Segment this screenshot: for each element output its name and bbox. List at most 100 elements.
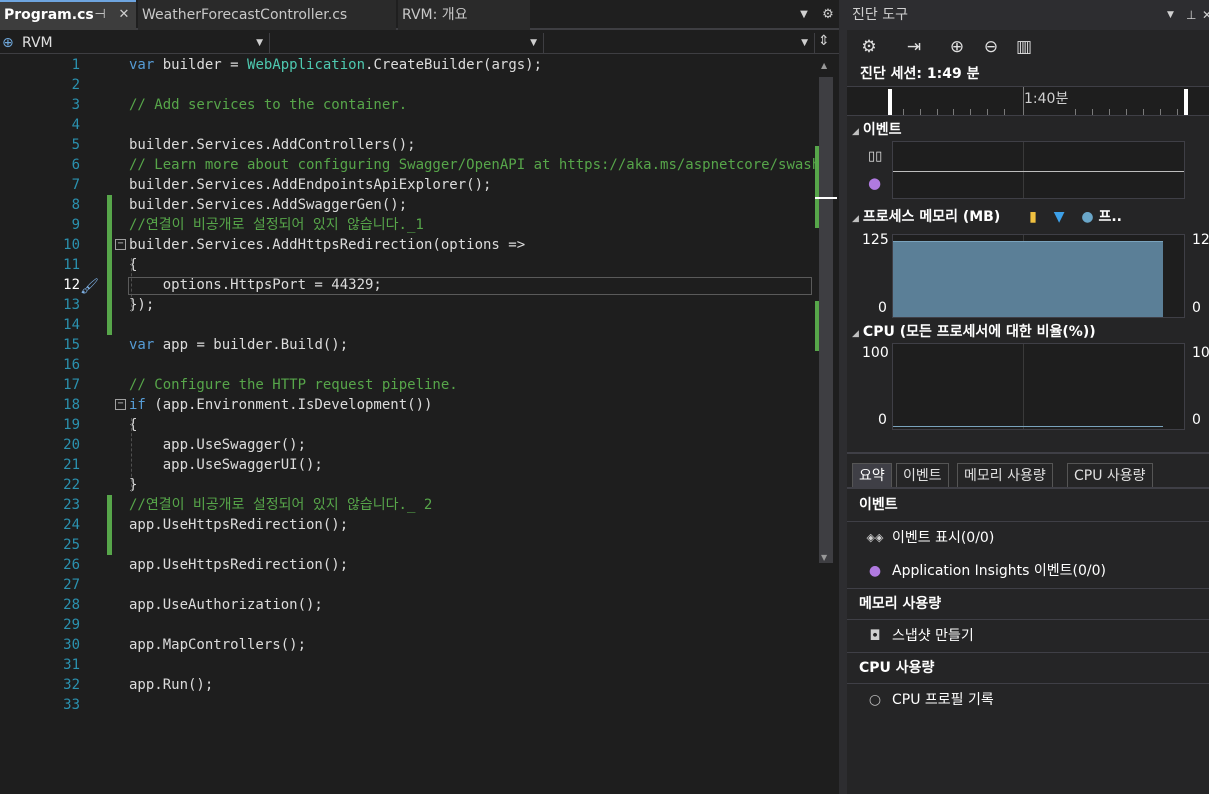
zoom-in-icon[interactable]: ⊕ [946, 36, 968, 58]
code-text: builder.Services.AddEndpointsApiExplorer… [129, 177, 492, 193]
snapshot-marker-icon: ▼ [1053, 209, 1065, 225]
member-dropdown[interactable]: ▼ [544, 33, 815, 53]
code-line[interactable]: 11{ [0, 255, 815, 275]
code-text: //연결이 비공개로 설정되어 있지 않습니다._ 2 [129, 497, 433, 513]
code-line[interactable]: 14 [0, 315, 815, 335]
code-text: }); [129, 297, 155, 313]
tab-label: Program.cs [4, 7, 94, 23]
code-line[interactable]: 24 app.UseHttpsRedirection(); [0, 515, 815, 535]
code-line[interactable]: 20 app.UseSwagger(); [0, 435, 815, 455]
line-number: 33 [63, 697, 80, 713]
ruler-tick [1160, 109, 1161, 115]
code-line[interactable]: 5 builder.Services.AddControllers(); [0, 135, 815, 155]
collapse-outline-icon[interactable]: − [115, 399, 126, 410]
tab-memory-usage[interactable]: 메모리 사용량 [957, 463, 1053, 487]
code-editor[interactable]: Program.cs ⊣ ✕ WeatherForecastController… [0, 0, 854, 794]
tab-rvm-overview[interactable]: RVM: 개요 [398, 0, 530, 30]
close-icon[interactable]: ✕ [116, 0, 132, 30]
code-line[interactable]: 2 [0, 75, 815, 95]
cpu-section-header[interactable]: ◢ CPU (모든 프로세서에 대한 비율(%)) [852, 321, 1096, 341]
code-line[interactable]: 30 app.MapControllers(); [0, 635, 815, 655]
code-line[interactable]: 16 [0, 355, 815, 375]
line-number: 18 [63, 397, 80, 413]
code-line[interactable]: 7 builder.Services.AddEndpointsApiExplore… [0, 175, 815, 195]
panel-title-bar: 진단 도구 ▼ ⊥ ✕ [847, 0, 1209, 30]
cpu-ymax-right-label: 10 [1192, 345, 1209, 361]
tab-list-dropdown-icon[interactable]: ▼ [796, 0, 812, 30]
project-dropdown[interactable]: ⊕ RVM ▼ [0, 33, 270, 53]
summary-events-title: 이벤트 [859, 497, 898, 513]
memory-section-header[interactable]: ◢ 프로세스 메모리 (MB) ▮ ▼ ● 프.. [852, 206, 1122, 226]
timeline-ruler[interactable]: 1:40분 [847, 86, 1209, 116]
code-line[interactable]: 13}); [0, 295, 815, 315]
code-text: app.UseAuthorization(); [129, 597, 323, 613]
record-cpu-profile-button[interactable]: ○ CPU 프로필 기록 [847, 683, 1209, 715]
collapse-outline-icon[interactable]: − [115, 239, 126, 250]
tab-events[interactable]: 이벤트 [896, 463, 949, 487]
type-dropdown[interactable]: ▼ [270, 33, 544, 53]
pin-icon[interactable]: ⊥ [1186, 0, 1196, 30]
panel-title: 진단 도구 [852, 7, 908, 23]
timeline-start-handle[interactable] [888, 89, 892, 115]
scroll-up-arrow-icon[interactable]: ▲ [821, 61, 827, 70]
code-line[interactable]: 18 − if (app.Environment.IsDevelopment()) [0, 395, 815, 415]
code-line[interactable]: 21 app.UseSwaggerUI(); [0, 455, 815, 475]
line-number: 22 [63, 477, 80, 493]
settings-gear-icon[interactable]: ⚙ [858, 36, 880, 58]
tab-summary[interactable]: 요약 [852, 463, 892, 487]
events-section-header[interactable]: ◢ 이벤트 [852, 119, 902, 139]
code-line[interactable]: 8 builder.Services.AddSwaggerGen(); [0, 195, 815, 215]
code-line[interactable]: 32 app.Run(); [0, 675, 815, 695]
code-line[interactable]: 29 [0, 615, 815, 635]
scrollbar-thumb[interactable] [819, 77, 833, 563]
code-line[interactable]: 25 [0, 535, 815, 555]
code-line[interactable]: 3 // Add services to the container. [0, 95, 815, 115]
tab-cpu-usage[interactable]: CPU 사용량 [1067, 463, 1153, 487]
code-line[interactable]: 9 //연결이 비공개로 설정되어 있지 않습니다._1 [0, 215, 815, 235]
code-text: builder.Services.AddSwaggerGen(); [129, 197, 408, 213]
events-graph[interactable] [892, 141, 1185, 199]
code-line[interactable]: 10 − builder.Services.AddHttpsRedirection(… [0, 235, 815, 255]
code-line[interactable]: 4 [0, 115, 815, 135]
memory-graph[interactable] [892, 234, 1185, 318]
cpu-graph[interactable] [892, 343, 1185, 430]
zoom-out-icon[interactable]: ⊖ [980, 36, 1002, 58]
quick-actions-brush-icon[interactable]: 🖌 [80, 277, 99, 295]
code-line[interactable]: 19{ [0, 415, 815, 435]
code-line[interactable]: 1 var builder = WebApplication.CreateBuil… [0, 55, 815, 75]
code-line[interactable]: 23 //연결이 비공개로 설정되어 있지 않습니다._ 2 [0, 495, 815, 515]
vertical-scrollbar[interactable]: ▲ ▼ [815, 55, 839, 794]
tab-weatherforecastcontroller[interactable]: WeatherForecastController.cs [138, 0, 396, 30]
split-window-icon[interactable]: ⇕ [818, 33, 830, 49]
memory-header-label: 프로세스 메모리 (MB) [862, 209, 1001, 225]
code-line[interactable]: 15 var app = builder.Build(); [0, 335, 815, 355]
pane-splitter[interactable] [839, 0, 847, 794]
take-snapshot-button[interactable]: ◘ 스냅샷 만들기 [847, 619, 1209, 651]
pin-icon[interactable]: ⊣ [92, 0, 108, 30]
code-line[interactable]: 33 [0, 695, 815, 715]
scroll-down-arrow-icon[interactable]: ▼ [821, 553, 827, 562]
code-line[interactable]: 22} [0, 475, 815, 495]
ruler-tick [987, 109, 988, 115]
code-line[interactable]: 17 // Configure the HTTP request pipeline… [0, 375, 815, 395]
ruler-tick [1075, 109, 1076, 115]
line-number: 20 [63, 437, 80, 453]
line-number: 28 [63, 597, 80, 613]
code-line[interactable]: 26 app.UseHttpsRedirection(); [0, 555, 815, 575]
reset-view-icon[interactable]: ▥ [1013, 36, 1035, 58]
code-line[interactable]: 28 app.UseAuthorization(); [0, 595, 815, 615]
code-line[interactable]: 27 [0, 575, 815, 595]
settings-gear-icon[interactable]: ⚙ [820, 0, 836, 30]
timeline-end-handle[interactable] [1184, 89, 1188, 115]
close-icon[interactable]: ✕ [1202, 0, 1209, 30]
application-insights-events-link[interactable]: ● Application Insights 이벤트(0/0) [847, 555, 1209, 587]
line-number: 5 [71, 137, 80, 153]
show-events-link[interactable]: ◈◈ 이벤트 표시(0/0) [847, 521, 1209, 553]
change-marker [107, 215, 112, 235]
code-area[interactable]: 1 var builder = WebApplication.CreateBuil… [0, 55, 854, 794]
code-line[interactable]: 31 [0, 655, 815, 675]
export-icon[interactable]: ⇥ [903, 36, 925, 58]
take-snapshot-label: 스냅샷 만들기 [892, 628, 974, 644]
window-position-dropdown-icon[interactable]: ▼ [1167, 0, 1174, 30]
code-line[interactable]: 6 // Learn more about configuring Swagger… [0, 155, 854, 175]
